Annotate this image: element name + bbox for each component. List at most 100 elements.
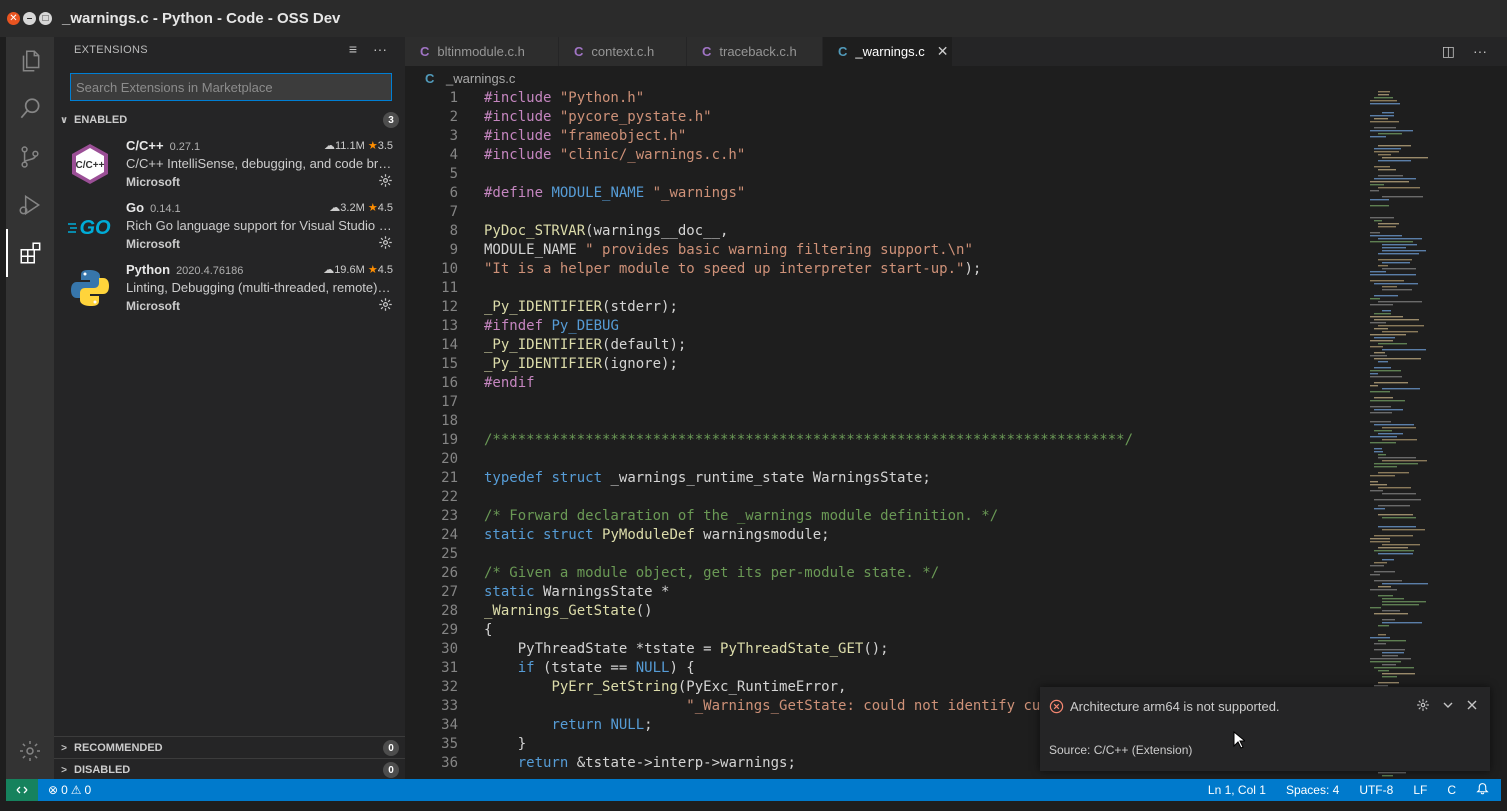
minimap[interactable] (1370, 89, 1490, 779)
indentation[interactable]: Spaces: 4 (1286, 783, 1339, 797)
end-of-line[interactable]: LF (1413, 783, 1427, 797)
section-recommended[interactable]: > RECOMMENDED 0 (54, 736, 405, 759)
code-line[interactable]: 10 "It is a helper module to speed up int… (405, 260, 1365, 279)
code-line[interactable]: 14 _Py_IDENTIFIER(default); (405, 336, 1365, 355)
code-view[interactable]: 1 #include "Python.h" 2 #include "pycore_py… (405, 89, 1365, 779)
notification-close-icon[interactable] (1466, 699, 1478, 714)
minimap-line (1382, 196, 1423, 198)
code-line[interactable]: 6 #define MODULE_NAME "_warnings" (405, 184, 1365, 203)
star-icon: ★ (367, 140, 378, 152)
close-tab-icon[interactable]: ✕ (937, 43, 949, 60)
code-line[interactable]: 20 (405, 450, 1365, 469)
code-line[interactable]: 15 _Py_IDENTIFIER(ignore); (405, 355, 1365, 374)
section-enabled[interactable]: ∨ ENABLED 3 (54, 109, 405, 131)
minimap-line (1370, 280, 1404, 282)
code-line[interactable]: 3 #include "frameobject.h" (405, 127, 1365, 146)
code-line[interactable]: 28 _Warnings_GetState() (405, 602, 1365, 621)
code-line[interactable]: 5 (405, 165, 1365, 184)
window-close-button[interactable]: ✕ (7, 12, 20, 25)
breadcrumb[interactable]: C _warnings.c (425, 71, 515, 86)
minimap-line (1370, 184, 1384, 186)
code-line[interactable]: 9 MODULE_NAME " provides basic warning fi… (405, 241, 1365, 260)
minimap-line (1378, 154, 1391, 156)
minimap-line (1374, 409, 1403, 411)
notification-gear-icon[interactable] (1416, 698, 1430, 715)
code-line[interactable]: 8 PyDoc_STRVAR(warnings__doc__, (405, 222, 1365, 241)
code-line[interactable]: 11 (405, 279, 1365, 298)
code-line[interactable]: 7 (405, 203, 1365, 222)
minimap-line (1374, 328, 1388, 330)
minimap-line (1374, 508, 1385, 510)
remote-indicator-icon[interactable] (6, 779, 38, 801)
tab-bltinmodule[interactable]: C bltinmodule.c.h (405, 37, 559, 66)
extension-item-python[interactable]: Python 2020.4.76186 ☁19.6M ★4.5 Linting, … (54, 262, 405, 324)
code-line[interactable]: 1 #include "Python.h" (405, 89, 1365, 108)
sidebar-actions: ≡ ··· (349, 41, 387, 57)
minimap-line (1370, 355, 1387, 357)
c-file-icon: C (838, 44, 848, 59)
cursor-position[interactable]: Ln 1, Col 1 (1208, 783, 1266, 797)
search-icon[interactable] (6, 85, 54, 133)
encoding[interactable]: UTF-8 (1359, 783, 1393, 797)
more-actions-icon[interactable]: ··· (1473, 43, 1487, 60)
code-line[interactable]: 30 PyThreadState *tstate = PyThreadState… (405, 640, 1365, 659)
code-line[interactable]: 31 if (tstate == NULL) { (405, 659, 1365, 678)
code-line[interactable]: 13 #ifndef Py_DEBUG (405, 317, 1365, 336)
notification-expand-icon[interactable] (1442, 699, 1454, 714)
download-cloud-icon: ☁ (324, 140, 335, 152)
split-editor-icon[interactable]: ◫ (1442, 43, 1455, 60)
language-mode[interactable]: C (1447, 783, 1456, 797)
vertical-scrollbar[interactable] (1493, 89, 1507, 779)
explorer-icon[interactable] (6, 37, 54, 85)
code-line[interactable]: 22 (405, 488, 1365, 507)
code-line[interactable]: 19 /*************************************… (405, 431, 1365, 450)
code-line[interactable]: 24 static struct PyModuleDef warningsmodu… (405, 526, 1365, 545)
problems-indicator[interactable]: ⊗ 0 ⚠ 0 (48, 783, 91, 797)
code-line[interactable]: 25 (405, 545, 1365, 564)
extension-manage-gear-icon[interactable] (378, 297, 393, 315)
code-line[interactable]: 23 /* Forward declaration of the _warning… (405, 507, 1365, 526)
code-line[interactable]: 16 #endif (405, 374, 1365, 393)
minimap-line (1370, 232, 1380, 234)
notifications-bell-icon[interactable] (1476, 782, 1489, 798)
window-maximize-button[interactable]: □ (39, 12, 52, 25)
extension-manage-gear-icon[interactable] (378, 173, 393, 191)
tab-warnings[interactable]: C _warnings.c ✕ (823, 37, 953, 66)
minimap-line (1378, 343, 1407, 345)
extensions-icon[interactable] (6, 229, 54, 277)
line-number: 11 (441, 280, 458, 296)
clear-filter-icon[interactable]: ≡ (349, 41, 357, 57)
window-minimize-button[interactable]: – (23, 12, 36, 25)
code-line[interactable]: 27 static WarningsState * (405, 583, 1365, 602)
code-line[interactable]: 21 typedef struct _warnings_runtime_state… (405, 469, 1365, 488)
search-extensions-input[interactable] (70, 73, 392, 101)
code-line[interactable]: 26 /* Given a module object, get its per-… (405, 564, 1365, 583)
tab-context[interactable]: C context.c.h (559, 37, 687, 66)
minimap-line (1370, 412, 1392, 414)
tab-traceback[interactable]: C traceback.c.h (687, 37, 823, 66)
manage-gear-icon[interactable] (6, 727, 54, 775)
minimap-line (1370, 235, 1402, 237)
minimap-line (1378, 145, 1411, 147)
source-control-icon[interactable] (6, 133, 54, 181)
code-line[interactable]: 17 (405, 393, 1365, 412)
line-number: 10 (441, 261, 458, 277)
more-actions-icon[interactable]: ··· (373, 41, 387, 57)
error-circle-icon: ⊗ (48, 783, 59, 797)
minimap-line (1374, 613, 1408, 615)
code-line[interactable]: 2 #include "pycore_pystate.h" (405, 108, 1365, 127)
extension-item-cpp[interactable]: C/C++ C/C++ 0.27.1 ☁11.1M ★3.5 C/C++ Inte… (54, 138, 405, 200)
code-line[interactable]: 18 (405, 412, 1365, 431)
minimap-line (1382, 601, 1426, 603)
code-line[interactable]: 29 { (405, 621, 1365, 640)
section-disabled[interactable]: > DISABLED 0 (54, 758, 405, 781)
minimap-line (1378, 457, 1416, 459)
run-debug-icon[interactable] (6, 181, 54, 229)
line-source: _Py_IDENTIFIER(stderr); (484, 299, 678, 315)
code-line[interactable]: 12 _Py_IDENTIFIER(stderr); (405, 298, 1365, 317)
code-line[interactable]: 4 #include "clinic/_warnings.c.h" (405, 146, 1365, 165)
line-number: 20 (441, 451, 458, 467)
minimap-line (1374, 643, 1386, 645)
extension-manage-gear-icon[interactable] (378, 235, 393, 253)
extension-item-go[interactable]: GO Go 0.14.1 ☁3.2M ★4.5 Rich Go language … (54, 200, 405, 262)
